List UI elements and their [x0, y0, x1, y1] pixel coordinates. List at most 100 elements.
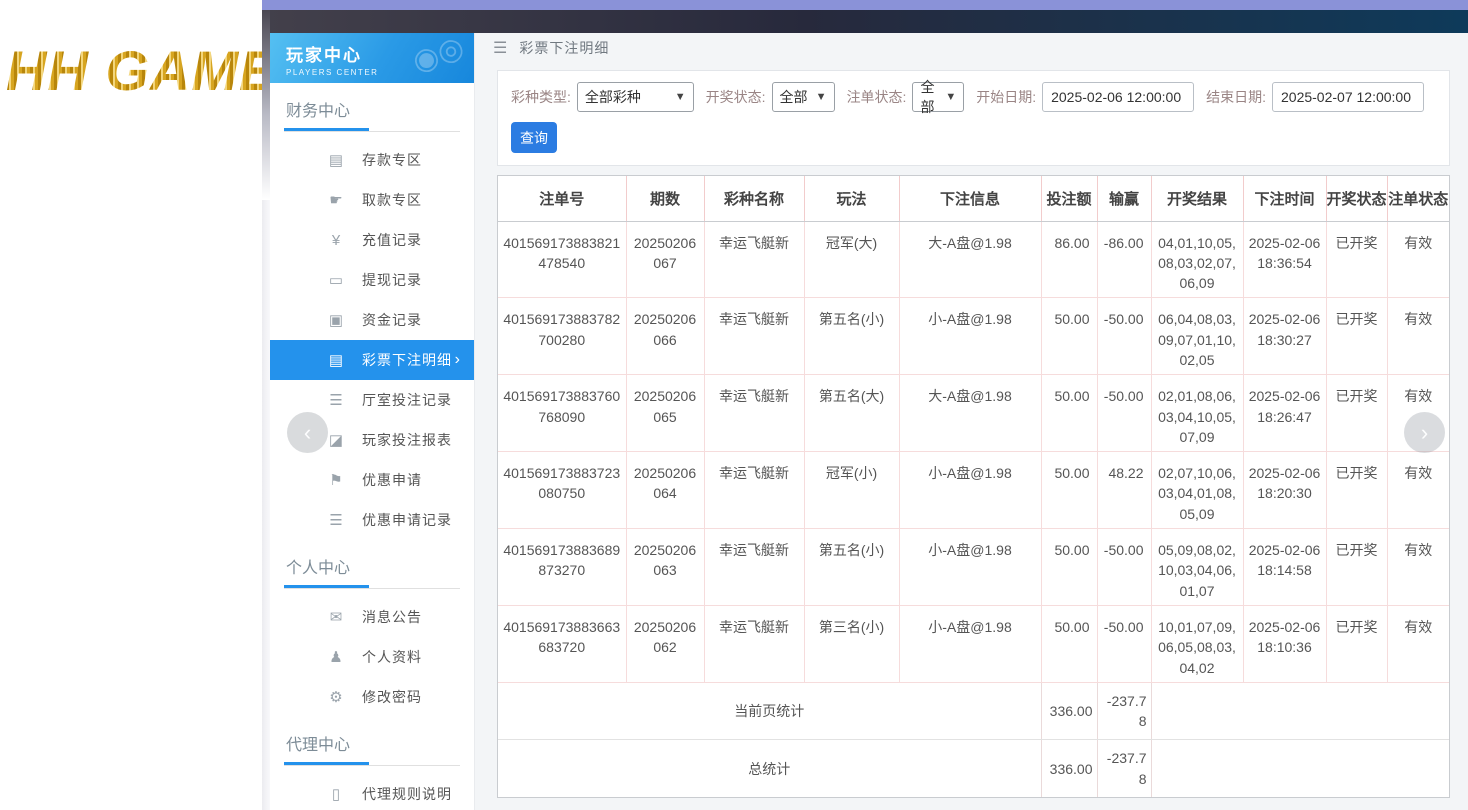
promo-record-icon: ☰	[326, 511, 346, 529]
sidebar-item-0-0[interactable]: ▤ 存款专区	[270, 140, 474, 180]
table-cell: 冠军(小)	[804, 452, 899, 529]
table-cell: 20250206065	[626, 375, 704, 452]
stats-label: 当前页统计	[498, 682, 1041, 740]
stats-row: 总统计336.00-237.78	[498, 740, 1449, 797]
section-title: 代理中心	[286, 731, 458, 755]
table-cell: 20250206064	[626, 452, 704, 529]
table-cell: 第五名(小)	[804, 298, 899, 375]
sidebar-item-label: 存款专区	[362, 150, 422, 170]
bets-table-card: 注单号期数彩种名称玩法下注信息投注额输赢开奖结果下注时间开奖状态注单状态 401…	[497, 175, 1450, 798]
main-area: ☰ 彩票下注明细 彩种类型: 全部彩种 ▼ 开奖状态: 全部 ▼ 注单状态	[475, 33, 1468, 810]
table-cell: -50.00	[1097, 605, 1151, 682]
order-status-select[interactable]: 全部 ▼	[912, 82, 964, 112]
gear-icon: ⚙	[326, 688, 346, 706]
stats-empty-cell	[1151, 740, 1449, 797]
table-cell: 第五名(大)	[804, 375, 899, 452]
chevron-down-icon: ▼	[816, 91, 827, 103]
table-cell: 401569173883723080750	[498, 452, 626, 529]
column-header: 输赢	[1097, 176, 1151, 221]
table-cell: 04,01,10,05,08,03,02,07,06,09	[1151, 221, 1243, 298]
deposit-card-icon: ▤	[326, 151, 346, 169]
table-cell: 401569173883760768090	[498, 375, 626, 452]
table-cell: 幸运飞艇新	[704, 298, 804, 375]
lottery-type-select[interactable]: 全部彩种 ▼	[577, 82, 694, 112]
column-header: 玩法	[804, 176, 899, 221]
hamburger-icon[interactable]: ☰	[493, 38, 507, 58]
chevron-down-icon: ▼	[945, 91, 956, 103]
table-row: 40156917388378270028020250206066幸运飞艇新第五名…	[498, 298, 1449, 375]
table-cell: 05,09,08,02,10,03,04,06,01,07	[1151, 529, 1243, 606]
end-date-input[interactable]	[1272, 82, 1424, 112]
chevron-down-icon: ▼	[675, 91, 686, 103]
table-cell: 第五名(小)	[804, 529, 899, 606]
section-title: 财务中心	[286, 97, 458, 121]
collapse-left-button[interactable]: ‹	[287, 412, 328, 453]
column-header: 注单号	[498, 176, 626, 221]
table-cell: 幸运飞艇新	[704, 375, 804, 452]
column-header: 下注信息	[899, 176, 1041, 221]
lottery-type-value: 全部彩种	[585, 87, 641, 107]
table-cell: 2025-02-06 18:36:54	[1243, 221, 1326, 298]
filter-panel: 彩种类型: 全部彩种 ▼ 开奖状态: 全部 ▼ 注单状态: 全部 ▼	[497, 70, 1450, 166]
table-cell: 401569173883782700280	[498, 298, 626, 375]
column-header: 注单状态	[1387, 176, 1449, 221]
table-cell: 有效	[1387, 221, 1449, 298]
wallet-icon: ▭	[326, 271, 346, 289]
stats-row: 当前页统计336.00-237.78	[498, 682, 1449, 740]
sidebar-item-1-0[interactable]: ☛ 取款专区	[270, 180, 474, 220]
table-cell: 48.22	[1097, 452, 1151, 529]
table-cell: 10,01,07,09,06,05,08,03,04,02	[1151, 605, 1243, 682]
sidebar-item-5-0[interactable]: ▤彩票下注明细›	[270, 340, 474, 380]
table-cell: 02,07,10,06,03,04,01,08,05,09	[1151, 452, 1243, 529]
table-cell: 2025-02-06 18:14:58	[1243, 529, 1326, 606]
report-chart-icon: ◪	[326, 431, 346, 449]
funds-record-icon: ▣	[326, 311, 346, 329]
sidebar-item-8-0[interactable]: ⚑优惠申请	[270, 460, 474, 500]
page-title: 彩票下注明细	[519, 38, 609, 58]
filter-row: 彩种类型: 全部彩种 ▼ 开奖状态: 全部 ▼ 注单状态: 全部 ▼	[511, 82, 1436, 112]
sidebar-item-4-0[interactable]: ▣资金记录	[270, 300, 474, 340]
table-cell: -86.00	[1097, 221, 1151, 298]
sidebar-item-label: 玩家投注报表	[362, 430, 452, 450]
table-cell: 小-A盘@1.98	[899, 605, 1041, 682]
sidebar-item-1-1[interactable]: ♟个人资料	[270, 637, 474, 677]
sidebar-item-0-1[interactable]: ✉消息公告	[270, 597, 474, 637]
chevron-right-icon: ›	[455, 351, 460, 369]
withdraw-hand-icon: ☛	[326, 191, 346, 209]
table-cell: 有效	[1387, 452, 1449, 529]
table-cell: 已开奖	[1326, 298, 1387, 375]
person-icon: ♟	[326, 648, 346, 666]
column-header: 彩种名称	[704, 176, 804, 221]
sidebar-item-9-0[interactable]: ☰优惠申请记录	[270, 500, 474, 540]
expand-right-button[interactable]: ›	[1404, 412, 1445, 453]
table-cell: 有效	[1387, 529, 1449, 606]
table-cell: 有效	[1387, 298, 1449, 375]
search-button[interactable]: 查询	[511, 122, 557, 153]
table-cell: 2025-02-06 18:26:47	[1243, 375, 1326, 452]
section-divider	[284, 128, 460, 132]
sidebar-item-2-1[interactable]: ⚙修改密码	[270, 677, 474, 717]
table-row: 40156917388372308075020250206064幸运飞艇新冠军(…	[498, 452, 1449, 529]
document-icon: ▯	[326, 785, 346, 803]
table-cell: 2025-02-06 18:30:27	[1243, 298, 1326, 375]
table-cell: 20250206063	[626, 529, 704, 606]
draw-status-select[interactable]: 全部 ▼	[772, 82, 835, 112]
sidebar-item-label: 消息公告	[362, 607, 422, 627]
sidebar-menu: 财务中心 ▤ 存款专区 ☛ 取款专区 ¥充值记录▭提现记录▣资金记录▤彩票下注明细› ☰ 厅室…	[270, 97, 474, 810]
sidebar-item-label: 优惠申请	[362, 470, 422, 490]
table-cell: 小-A盘@1.98	[899, 298, 1041, 375]
table-cell: 已开奖	[1326, 605, 1387, 682]
sidebar-item-label: 厅室投注记录	[362, 390, 452, 410]
sidebar-item-3-0[interactable]: ▭提现记录	[270, 260, 474, 300]
table-cell: 幸运飞艇新	[704, 221, 804, 298]
sidebar-item-0-2[interactable]: ▯代理规则说明	[270, 774, 474, 810]
table-cell: 第三名(小)	[804, 605, 899, 682]
table-cell: 50.00	[1041, 452, 1097, 529]
table-row: 40156917388376076809020250206065幸运飞艇新第五名…	[498, 375, 1449, 452]
start-date-label: 开始日期:	[976, 87, 1036, 107]
table-cell: 冠军(大)	[804, 221, 899, 298]
start-date-input[interactable]	[1042, 82, 1194, 112]
sidebar-item-2-0[interactable]: ¥充值记录	[270, 220, 474, 260]
sidebar-item-label: 取款专区	[362, 190, 422, 210]
table-cell: 已开奖	[1326, 221, 1387, 298]
